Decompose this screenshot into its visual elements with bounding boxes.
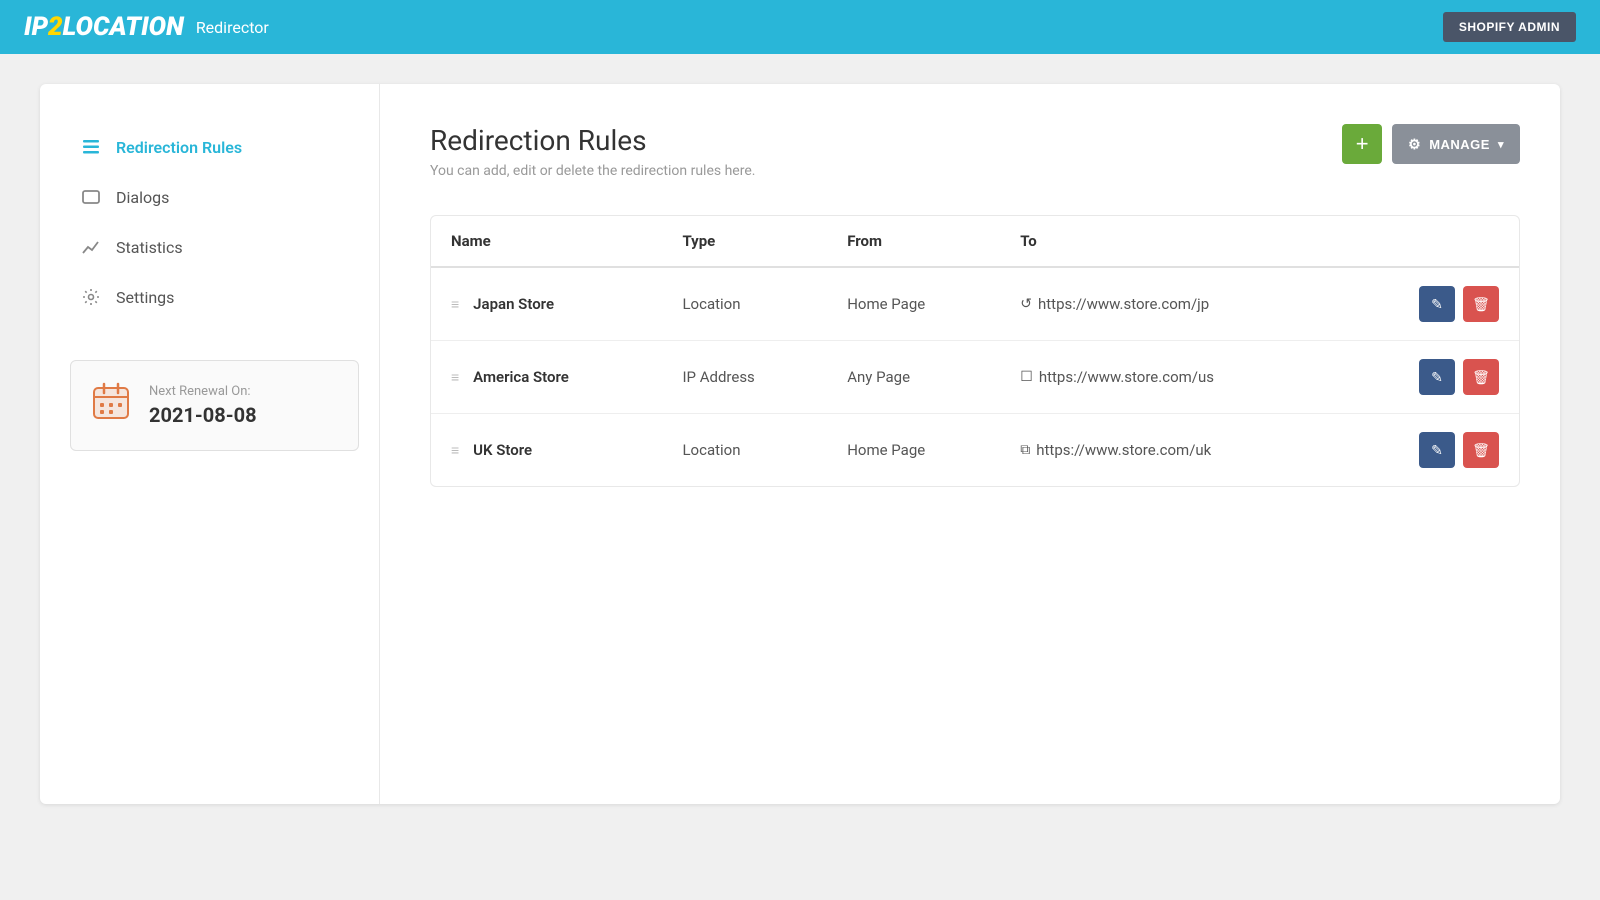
cell-name-2: ≡ UK Store — [431, 414, 662, 487]
delete-rule-button-1[interactable]: 🗑 — [1463, 359, 1499, 395]
pencil-icon: ✎ — [1431, 369, 1443, 386]
table-row: ≡ Japan Store Location Home Page ↺ https… — [431, 267, 1519, 341]
renewal-card: Next Renewal On: 2021-08-08 — [70, 360, 359, 451]
logo-location-text: LOCATION — [63, 12, 184, 42]
to-icon-1: ☐ — [1020, 369, 1033, 385]
cell-from-0: Home Page — [827, 267, 1000, 341]
logo-2-text: 2 — [48, 12, 63, 42]
cell-to-1: ☐ https://www.store.com/us — [1000, 341, 1343, 414]
cell-to-2: ⧉ https://www.store.com/uk — [1000, 414, 1343, 487]
content-card: Redirection Rules Dialogs Statistics — [40, 84, 1560, 804]
calendar-icon — [91, 381, 131, 430]
chevron-down-icon: ▾ — [1498, 138, 1504, 151]
sidebar: Redirection Rules Dialogs Statistics — [40, 84, 380, 804]
cell-from-2: Home Page — [827, 414, 1000, 487]
table-header-row: Name Type From To — [431, 216, 1519, 267]
sidebar-item-statistics[interactable]: Statistics — [70, 224, 359, 270]
pencil-icon: ✎ — [1431, 442, 1443, 459]
col-type: Type — [662, 216, 827, 267]
cell-from-1: Any Page — [827, 341, 1000, 414]
trash-icon: 🗑 — [1472, 296, 1490, 313]
to-icon-0: ↺ — [1020, 296, 1032, 312]
dialog-icon — [80, 186, 102, 208]
cell-name-1: ≡ America Store — [431, 341, 662, 414]
logo: IP2LOCATION — [24, 12, 184, 42]
main-content: Redirection Rules You can add, edit or d… — [380, 84, 1560, 804]
rule-name: America Store — [473, 368, 569, 386]
col-actions — [1343, 216, 1519, 267]
col-to: To — [1000, 216, 1343, 267]
manage-label: MANAGE — [1429, 137, 1490, 152]
add-rule-button[interactable]: + — [1342, 124, 1382, 164]
logo-subtitle: Redirector — [196, 18, 269, 37]
plus-icon: + — [1356, 131, 1369, 157]
cell-actions-2: ✎ 🗑 — [1343, 414, 1519, 487]
rules-table-container: Name Type From To ≡ Japan Store Location… — [430, 215, 1520, 487]
to-icon-2: ⧉ — [1020, 442, 1030, 458]
row-handle-icon: ≡ — [451, 296, 459, 313]
to-url: https://www.store.com/uk — [1036, 441, 1211, 459]
to-url: https://www.store.com/us — [1039, 368, 1214, 386]
settings-icon — [80, 286, 102, 308]
edit-rule-button-1[interactable]: ✎ — [1419, 359, 1455, 395]
rules-table: Name Type From To ≡ Japan Store Location… — [431, 216, 1519, 486]
edit-rule-button-2[interactable]: ✎ — [1419, 432, 1455, 468]
header-actions: + ⚙ MANAGE ▾ — [1342, 124, 1520, 164]
list-icon — [80, 136, 102, 158]
header-logo-area: IP2LOCATION Redirector — [24, 12, 269, 42]
sidebar-item-redirection-rules[interactable]: Redirection Rules — [70, 124, 359, 170]
trash-icon: 🗑 — [1472, 442, 1490, 459]
rule-name: Japan Store — [473, 295, 554, 313]
cell-actions-1: ✎ 🗑 — [1343, 341, 1519, 414]
shopify-admin-button[interactable]: SHOPIFY ADMIN — [1443, 12, 1576, 42]
pencil-icon: ✎ — [1431, 296, 1443, 313]
cell-type-2: Location — [662, 414, 827, 487]
table-row: ≡ UK Store Location Home Page ⧉ https://… — [431, 414, 1519, 487]
renewal-label: Next Renewal On: — [149, 384, 257, 399]
trash-icon: 🗑 — [1472, 369, 1490, 386]
row-handle-icon: ≡ — [451, 369, 459, 386]
page-title-block: Redirection Rules You can add, edit or d… — [430, 124, 755, 179]
cell-name-0: ≡ Japan Store — [431, 267, 662, 341]
sidebar-label-dialogs: Dialogs — [116, 188, 169, 207]
page-header: Redirection Rules You can add, edit or d… — [430, 124, 1520, 179]
cell-actions-0: ✎ 🗑 — [1343, 267, 1519, 341]
col-from: From — [827, 216, 1000, 267]
sidebar-label-redirection-rules: Redirection Rules — [116, 138, 242, 157]
sidebar-item-dialogs[interactable]: Dialogs — [70, 174, 359, 220]
chart-icon — [80, 236, 102, 258]
logo-ip-text: IP — [24, 12, 48, 42]
sidebar-label-statistics: Statistics — [116, 238, 183, 257]
app-header: IP2LOCATION Redirector SHOPIFY ADMIN — [0, 0, 1600, 54]
delete-rule-button-0[interactable]: 🗑 — [1463, 286, 1499, 322]
renewal-info: Next Renewal On: 2021-08-08 — [149, 384, 257, 427]
sidebar-item-settings[interactable]: Settings — [70, 274, 359, 320]
cell-type-0: Location — [662, 267, 827, 341]
page-subtitle: You can add, edit or delete the redirect… — [430, 163, 755, 179]
cell-type-1: IP Address — [662, 341, 827, 414]
renewal-date: 2021-08-08 — [149, 403, 257, 427]
table-row: ≡ America Store IP Address Any Page ☐ ht… — [431, 341, 1519, 414]
page-title: Redirection Rules — [430, 124, 755, 157]
to-url: https://www.store.com/jp — [1038, 295, 1209, 313]
cell-to-0: ↺ https://www.store.com/jp — [1000, 267, 1343, 341]
delete-rule-button-2[interactable]: 🗑 — [1463, 432, 1499, 468]
rule-name: UK Store — [473, 441, 532, 459]
row-handle-icon: ≡ — [451, 442, 459, 459]
col-name: Name — [431, 216, 662, 267]
main-container: Redirection Rules Dialogs Statistics — [0, 54, 1600, 834]
edit-rule-button-0[interactable]: ✎ — [1419, 286, 1455, 322]
sidebar-label-settings: Settings — [116, 288, 174, 307]
manage-button[interactable]: ⚙ MANAGE ▾ — [1392, 124, 1520, 164]
gear-icon: ⚙ — [1408, 136, 1421, 153]
